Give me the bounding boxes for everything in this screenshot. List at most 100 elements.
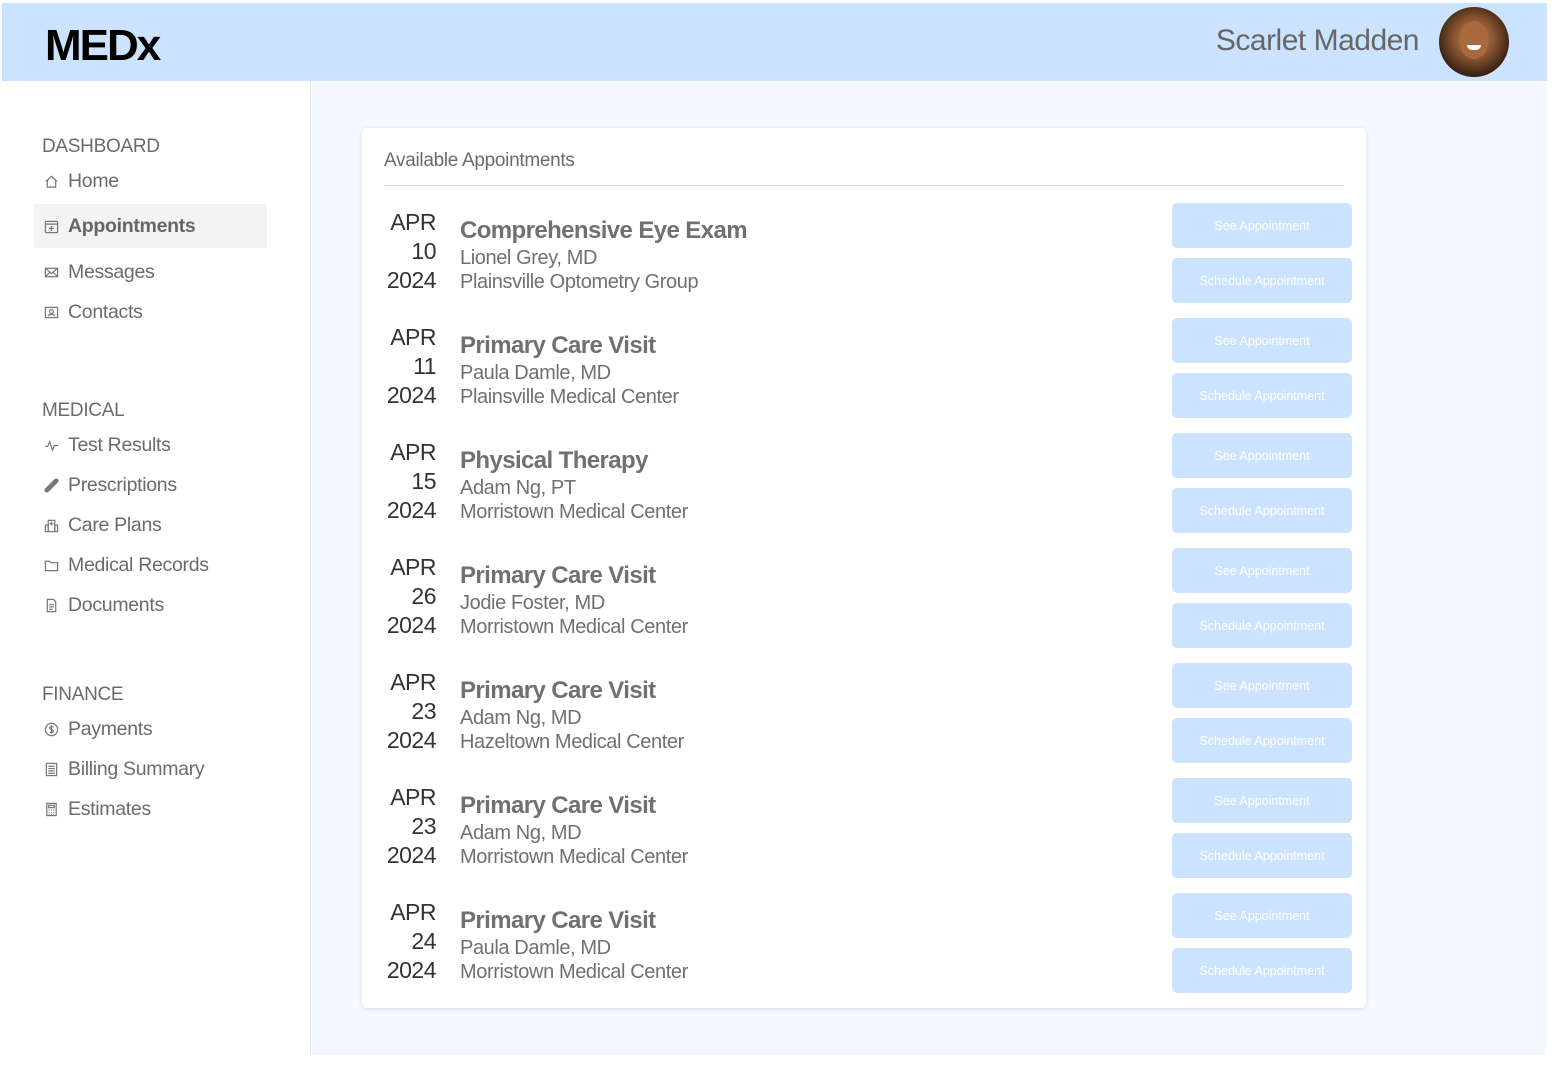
user-avatar[interactable]	[1439, 7, 1509, 77]
see-appointment-button[interactable]: See Appointment	[1172, 318, 1352, 363]
appointment-row: APR 23 2024 Primary Care Visit Adam Ng, MD Ha…	[384, 663, 1354, 783]
sidebar-item-label: Contacts	[68, 300, 143, 323]
appointment-info: Primary Care Visit Adam Ng, MD Hazeltown M…	[460, 676, 684, 754]
date-year: 2024	[386, 727, 437, 753]
date-month: APR	[390, 899, 436, 925]
section-title-finance: FINANCE	[42, 684, 124, 705]
date-day: 26	[411, 583, 436, 609]
document-icon	[42, 596, 60, 614]
appointment-info: Primary Care Visit Adam Ng, MD Morristown …	[460, 791, 688, 869]
calendar-plus-icon	[42, 217, 60, 235]
sidebar-item-label: Billing Summary	[68, 757, 205, 780]
date-year: 2024	[386, 957, 437, 983]
sidebar-item-estimates[interactable]: Estimates	[34, 787, 267, 831]
appointment-info: Primary Care Visit Jodie Foster, MD Morris…	[460, 561, 688, 639]
section-title-dashboard: DASHBOARD	[42, 136, 160, 157]
appointment-title: Primary Care Visit	[460, 332, 656, 359]
avatar-face	[1459, 21, 1489, 59]
list-icon	[42, 760, 60, 778]
app-logo[interactable]: MEDx	[45, 21, 161, 71]
sidebar-item-billing-summary[interactable]: Billing Summary	[34, 747, 267, 791]
date-day: 23	[411, 698, 436, 724]
sidebar-item-home[interactable]: Home	[34, 159, 267, 203]
sidebar-item-prescriptions[interactable]: Prescriptions	[34, 463, 267, 507]
sidebar-item-label: Estimates	[68, 797, 151, 820]
appointment-title: Comprehensive Eye Exam	[460, 217, 748, 244]
sidebar-item-payments[interactable]: Payments	[34, 707, 267, 751]
section-title-medical: MEDICAL	[42, 400, 125, 421]
appointment-info: Primary Care Visit Paula Damle, MD Plainsv…	[460, 331, 679, 409]
appointment-row: APR 11 2024 Primary Care Visit Paula Damle, …	[384, 318, 1354, 438]
appointment-date: APR 10 2024	[384, 208, 437, 295]
sidebar-item-medical-records[interactable]: Medical Records	[34, 543, 267, 587]
sidebar-item-label: Prescriptions	[68, 473, 177, 496]
schedule-appointment-button[interactable]: Schedule Appointment	[1172, 258, 1352, 303]
schedule-appointment-button[interactable]: Schedule Appointment	[1172, 373, 1352, 418]
see-appointment-button[interactable]: See Appointment	[1172, 203, 1352, 248]
appointment-date: APR 24 2024	[384, 898, 437, 985]
sidebar-item-label: Care Plans	[68, 513, 162, 536]
date-year: 2024	[386, 612, 437, 638]
date-day: 15	[411, 468, 436, 494]
appointment-title: Primary Care Visit	[460, 562, 656, 589]
appointment-date: APR 15 2024	[384, 438, 437, 525]
sidebar-item-label: Medical Records	[68, 553, 209, 576]
sidebar-item-contacts[interactable]: Contacts	[34, 290, 267, 334]
appointment-title: Primary Care Visit	[460, 677, 656, 704]
see-appointment-button[interactable]: See Appointment	[1172, 893, 1352, 938]
appointment-location: Morristown Medical Center	[460, 846, 688, 868]
date-month: APR	[390, 209, 436, 235]
sidebar-item-test-results[interactable]: Test Results	[34, 423, 267, 467]
appointment-location: Plainsville Medical Center	[460, 386, 679, 408]
appointment-date: APR 26 2024	[384, 553, 437, 640]
date-month: APR	[390, 669, 436, 695]
contact-card-icon	[42, 303, 60, 321]
sidebar-item-messages[interactable]: Messages	[34, 250, 267, 294]
user-name[interactable]: Scarlet Madden	[1216, 24, 1420, 58]
appointment-row: APR 15 2024 Physical Therapy Adam Ng, PT Morr…	[384, 433, 1354, 553]
schedule-appointment-button[interactable]: Schedule Appointment	[1172, 718, 1352, 763]
appointment-location: Morristown Medical Center	[460, 501, 688, 523]
appointment-provider: Adam Ng, PT	[460, 477, 576, 499]
sidebar: DASHBOARD Home Appointments Messages Contact…	[2, 81, 311, 1055]
date-day: 10	[411, 238, 436, 264]
appointment-location: Hazeltown Medical Center	[460, 731, 684, 753]
appointment-row: APR 24 2024 Primary Care Visit Paula Damle, …	[384, 893, 1354, 1013]
date-year: 2024	[386, 267, 437, 293]
see-appointment-button[interactable]: See Appointment	[1172, 778, 1352, 823]
schedule-appointment-button[interactable]: Schedule Appointment	[1172, 488, 1352, 533]
folder-icon	[42, 556, 60, 574]
appointment-info: Physical Therapy Adam Ng, PT Morristown Me…	[460, 446, 688, 524]
sidebar-item-documents[interactable]: Documents	[34, 583, 267, 627]
appointment-row: APR 10 2024 Comprehensive Eye Exam Lionel Gr…	[384, 203, 1354, 323]
sidebar-item-label: Test Results	[68, 433, 171, 456]
see-appointment-button[interactable]: See Appointment	[1172, 663, 1352, 708]
appointment-provider: Lionel Grey, MD	[460, 247, 598, 269]
date-month: APR	[390, 784, 436, 810]
date-month: APR	[390, 324, 436, 350]
sidebar-item-appointments[interactable]: Appointments	[34, 204, 267, 248]
appointment-location: Plainsville Optometry Group	[460, 271, 699, 293]
date-day: 24	[411, 928, 436, 954]
see-appointment-button[interactable]: See Appointment	[1172, 548, 1352, 593]
card-title: Available Appointments	[384, 150, 575, 171]
top-header: MEDx Scarlet Madden	[2, 3, 1547, 81]
appointment-date: APR 23 2024	[384, 668, 437, 755]
main-content: Available Appointments APR 10 2024 Comprehe…	[311, 81, 1547, 1055]
schedule-appointment-button[interactable]: Schedule Appointment	[1172, 948, 1352, 993]
date-month: APR	[390, 554, 436, 580]
appointment-provider: Paula Damle, MD	[460, 937, 611, 959]
schedule-appointment-button[interactable]: Schedule Appointment	[1172, 833, 1352, 878]
see-appointment-button[interactable]: See Appointment	[1172, 433, 1352, 478]
sidebar-item-care-plans[interactable]: Care Plans	[34, 503, 267, 547]
appointment-row: APR 26 2024 Primary Care Visit Jodie Foster,…	[384, 548, 1354, 668]
pill-icon	[42, 476, 60, 494]
date-year: 2024	[386, 382, 437, 408]
schedule-appointment-button[interactable]: Schedule Appointment	[1172, 603, 1352, 648]
sidebar-item-label: Documents	[68, 593, 164, 616]
appointment-info: Primary Care Visit Paula Damle, MD Morrist…	[460, 906, 688, 984]
home-icon	[42, 172, 60, 190]
appointment-location: Morristown Medical Center	[460, 961, 688, 983]
date-year: 2024	[386, 842, 437, 868]
pulse-icon	[42, 436, 60, 454]
